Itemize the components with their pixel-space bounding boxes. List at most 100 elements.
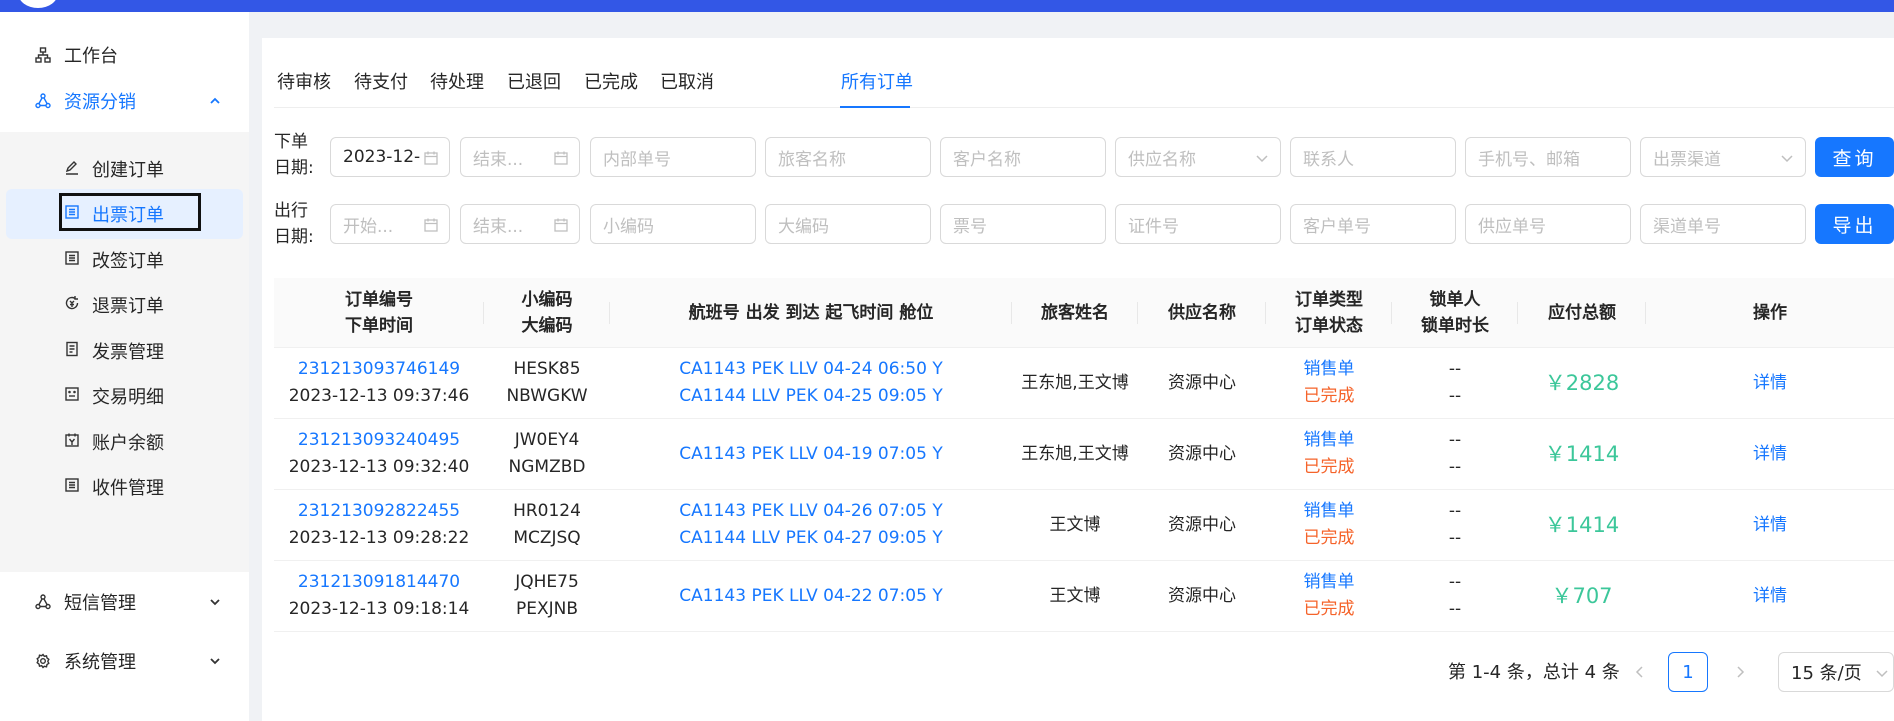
sidebar-item-label: 退票订单 bbox=[92, 296, 164, 317]
chevron-down-icon bbox=[1254, 150, 1270, 166]
face-doc-icon bbox=[64, 386, 80, 407]
supplier-name-select[interactable]: 供应名称 bbox=[1115, 137, 1281, 177]
col-order: 订单编号 下单时间 bbox=[274, 278, 484, 348]
customer-order-no-input[interactable]: 客户单号 bbox=[1290, 204, 1456, 244]
flight-link[interactable]: CA1143 PEK LLV 04-24 06:50 Y bbox=[679, 356, 942, 383]
order-type-link[interactable]: 销售单 bbox=[1304, 498, 1355, 525]
top-header-bar bbox=[0, 0, 1894, 12]
sidebar-item-transaction-details[interactable]: 交易明细 bbox=[0, 371, 249, 421]
share-nodes-icon bbox=[34, 593, 52, 611]
flight-link[interactable]: CA1143 PEK LLV 04-26 07:05 Y bbox=[679, 498, 942, 525]
next-page-icon[interactable] bbox=[1732, 664, 1748, 680]
sidebar-item-label: 短信管理 bbox=[64, 593, 136, 614]
table-row: 231213093746149 2023-12-13 09:37:46 HESK8… bbox=[274, 348, 1894, 419]
calendar-icon bbox=[553, 217, 569, 233]
sidebar-item-refund-orders[interactable]: 退票订单 bbox=[0, 280, 249, 330]
sidebar-item-sms-management[interactable]: 短信管理 bbox=[0, 577, 249, 627]
big-code-input[interactable]: 大编码 bbox=[765, 204, 931, 244]
details-link[interactable]: 详情 bbox=[1753, 583, 1787, 610]
chevron-down-icon bbox=[1875, 665, 1889, 681]
sidebar-item-workbench[interactable]: 工作台 bbox=[0, 30, 249, 80]
submenu-resource-distribution: 创建订单 出票订单 改签订单 退票订单 发票管理 交易明细 账户余额 收件管理 bbox=[0, 132, 249, 572]
main-content: 待审核 待支付 待处理 已退回 已完成 已取消 所有订单 下单日期: 2023-… bbox=[262, 38, 1894, 721]
col-supplier: 供应名称 bbox=[1138, 278, 1266, 348]
order-no-link[interactable]: 231213091814470 bbox=[298, 569, 460, 596]
col-lock: 锁单人 锁单时长 bbox=[1392, 278, 1518, 348]
table-header: 订单编号 下单时间 小编码 大编码 航班号 出发 到达 起飞时间 舱位 旅客姓名 供… bbox=[274, 278, 1894, 348]
sidebar-item-label: 系统管理 bbox=[64, 652, 136, 673]
order-no-link[interactable]: 231213093746149 bbox=[298, 356, 460, 383]
sidebar-item-label: 创建订单 bbox=[92, 160, 164, 181]
tab-cancelled[interactable]: 已取消 bbox=[660, 68, 714, 94]
supplier-order-no-input[interactable]: 供应单号 bbox=[1465, 204, 1631, 244]
contact-input[interactable]: 联系人 bbox=[1290, 137, 1456, 177]
query-button[interactable]: 查询 bbox=[1815, 137, 1894, 177]
internal-order-no-input[interactable]: 内部单号 bbox=[590, 137, 756, 177]
sidebar-item-label: 改签订单 bbox=[92, 251, 164, 272]
chevron-down-icon bbox=[207, 653, 223, 669]
details-link[interactable]: 详情 bbox=[1753, 441, 1787, 468]
passenger-name-input[interactable]: 旅客名称 bbox=[765, 137, 931, 177]
details-link[interactable]: 详情 bbox=[1753, 370, 1787, 397]
table-row: 231213091814470 2023-12-13 09:18:14 JQHE7… bbox=[274, 561, 1894, 632]
pagination-summary: 第 1-4 条，总计 4 条 bbox=[1448, 662, 1620, 683]
status-badge: 已完成 bbox=[1303, 457, 1355, 477]
order-no-link[interactable]: 231213092822455 bbox=[298, 498, 460, 525]
chevron-down-icon bbox=[1779, 150, 1795, 166]
sidebar: 工作台 资源分销 创建订单 出票订单 改签订单 退票订单 发票管理 交易明细 账… bbox=[0, 12, 249, 721]
flight-link[interactable]: CA1143 PEK LLV 04-22 07:05 Y bbox=[679, 583, 942, 610]
tab-returned[interactable]: 已退回 bbox=[507, 68, 561, 94]
order-date-end-input[interactable]: 结束... bbox=[460, 137, 580, 177]
sidebar-item-change-orders[interactable]: 改签订单 bbox=[0, 235, 249, 285]
ticket-channel-select[interactable]: 出票渠道 bbox=[1640, 137, 1806, 177]
calendar-icon bbox=[423, 150, 439, 166]
invoice-icon bbox=[64, 341, 80, 362]
sidebar-item-receipt-management[interactable]: 收件管理 bbox=[0, 462, 249, 512]
details-link[interactable]: 详情 bbox=[1753, 512, 1787, 539]
small-code-input[interactable]: 小编码 bbox=[590, 204, 756, 244]
order-type-link[interactable]: 销售单 bbox=[1304, 356, 1355, 383]
tab-pending-payment[interactable]: 待支付 bbox=[354, 68, 408, 94]
app-logo bbox=[18, 0, 58, 8]
amount-value: ￥1414 bbox=[1544, 441, 1620, 466]
tab-pending-processing[interactable]: 待处理 bbox=[430, 68, 484, 94]
list-doc-icon bbox=[64, 477, 80, 498]
flight-link[interactable]: CA1144 LLV PEK 04-25 09:05 Y bbox=[679, 383, 942, 410]
sidebar-item-resource-distribution[interactable]: 资源分销 bbox=[0, 76, 249, 126]
export-button[interactable]: 导出 bbox=[1815, 204, 1894, 244]
col-passenger: 旅客姓名 bbox=[1012, 278, 1138, 348]
id-no-input[interactable]: 证件号 bbox=[1115, 204, 1281, 244]
focus-outline bbox=[59, 193, 201, 231]
ticket-no-input[interactable]: 票号 bbox=[940, 204, 1106, 244]
wallet-icon bbox=[64, 432, 80, 453]
customer-name-input[interactable]: 客户名称 bbox=[940, 137, 1106, 177]
sidebar-item-ticket-orders[interactable]: 出票订单 bbox=[6, 189, 243, 239]
channel-order-no-input[interactable]: 渠道单号 bbox=[1640, 204, 1806, 244]
sidebar-item-system-management[interactable]: 系统管理 bbox=[0, 636, 249, 686]
phone-email-input[interactable]: 手机号、邮箱 bbox=[1465, 137, 1631, 177]
sidebar-item-invoice-management[interactable]: 发票管理 bbox=[0, 326, 249, 376]
table-row: 231213093240495 2023-12-13 09:32:40 JW0EY… bbox=[274, 419, 1894, 490]
order-date-start-input[interactable]: 2023-12- bbox=[330, 137, 450, 177]
prev-page-icon[interactable] bbox=[1632, 664, 1648, 680]
travel-date-start-input[interactable]: 开始... bbox=[330, 204, 450, 244]
sidebar-item-account-balance[interactable]: 账户余额 bbox=[0, 417, 249, 467]
col-type-status: 订单类型 订单状态 bbox=[1266, 278, 1392, 348]
travel-date-end-input[interactable]: 结束... bbox=[460, 204, 580, 244]
share-nodes-icon bbox=[34, 92, 52, 110]
flight-link[interactable]: CA1143 PEK LLV 04-19 07:05 Y bbox=[679, 441, 942, 468]
page-size-select[interactable]: 15 条/页 bbox=[1778, 652, 1894, 692]
flight-link[interactable]: CA1144 LLV PEK 04-27 09:05 Y bbox=[679, 525, 942, 552]
tab-completed[interactable]: 已完成 bbox=[584, 68, 638, 94]
order-type-link[interactable]: 销售单 bbox=[1304, 427, 1355, 454]
order-no-link[interactable]: 231213093240495 bbox=[298, 427, 460, 454]
travel-date-label: 出行日期: bbox=[274, 201, 314, 247]
tab-pending-review[interactable]: 待审核 bbox=[277, 68, 331, 94]
list-doc-icon bbox=[64, 250, 80, 271]
order-type-link[interactable]: 销售单 bbox=[1304, 569, 1355, 596]
sidebar-item-create-order[interactable]: 创建订单 bbox=[0, 144, 249, 194]
tab-all-orders[interactable]: 所有订单 bbox=[841, 68, 913, 94]
page-1-button[interactable]: 1 bbox=[1668, 652, 1708, 692]
amount-value: ￥707 bbox=[1551, 583, 1613, 608]
calendar-icon bbox=[423, 217, 439, 233]
